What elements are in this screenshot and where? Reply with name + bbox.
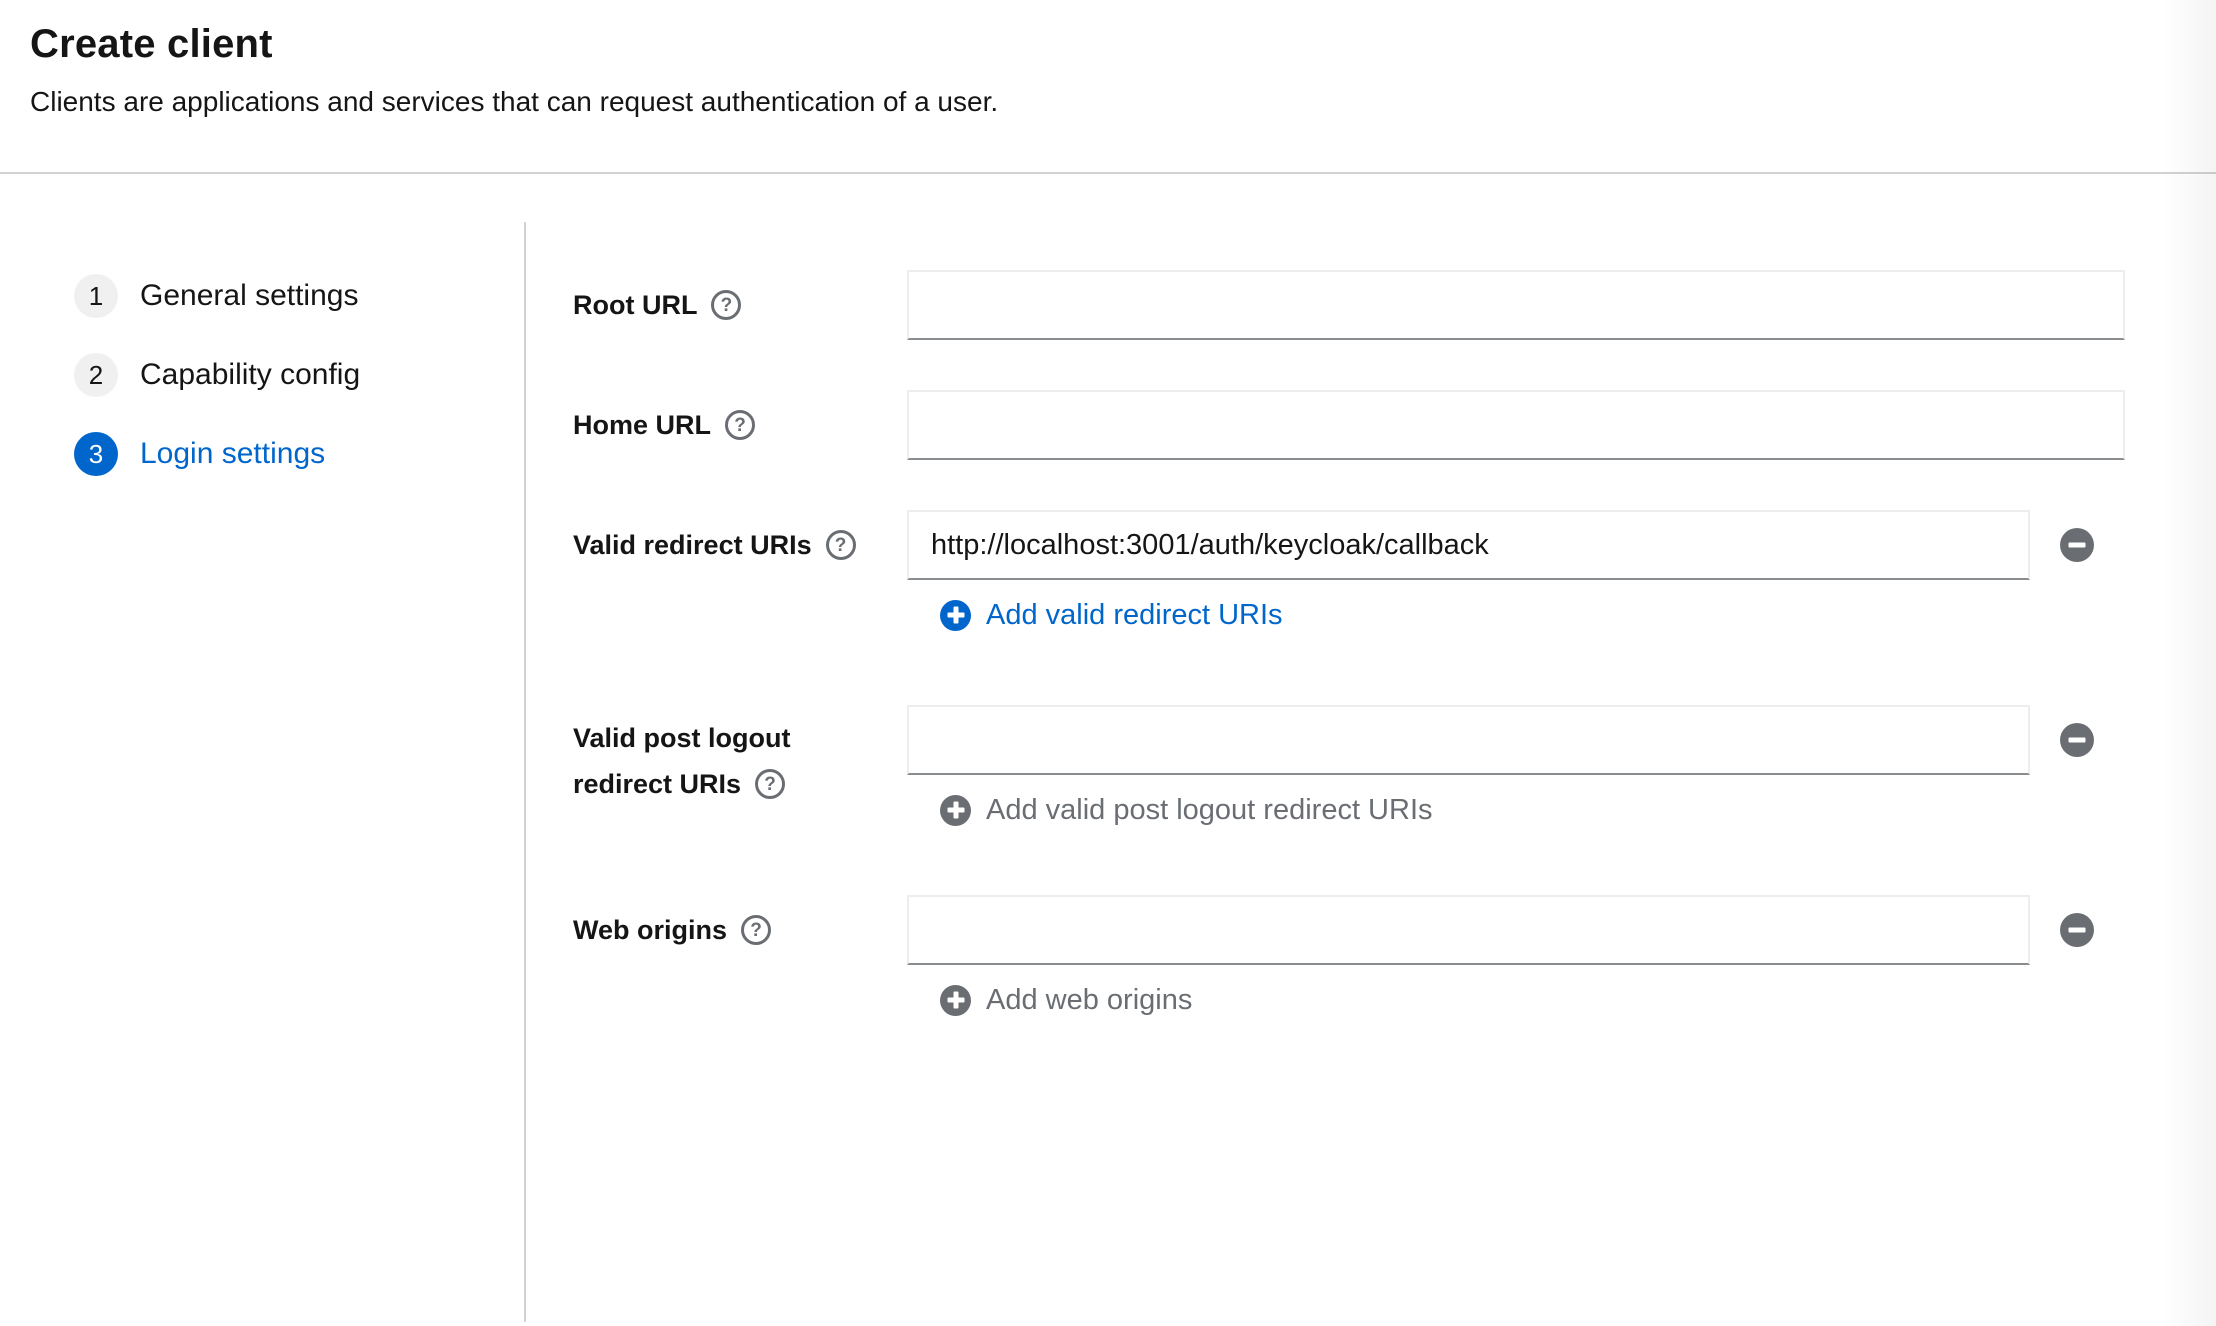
add-valid-redirect-uris-button[interactable]: Add valid redirect URIs <box>940 597 2094 633</box>
web-origins-label: Web origins ? <box>573 895 907 949</box>
help-icon[interactable]: ? <box>725 410 756 440</box>
home-url-input[interactable] <box>907 390 2125 460</box>
wizard-content: 1 General settings 2 Capability config 3… <box>0 174 2216 1326</box>
add-valid-post-logout-redirect-uris-button[interactable]: Add valid post logout redirect URIs <box>940 792 2094 828</box>
wizard-step-general-settings[interactable]: 1 General settings <box>74 274 524 318</box>
post-logout-redirect-uri-input[interactable] <box>907 705 2030 775</box>
page-title: Create client <box>30 22 273 66</box>
valid-redirect-uri-input[interactable] <box>907 510 2030 580</box>
step-number-badge: 2 <box>74 353 118 397</box>
help-icon[interactable]: ? <box>741 915 772 945</box>
root-url-input[interactable] <box>907 270 2125 340</box>
remove-redirect-uri-button[interactable] <box>2060 528 2094 562</box>
home-url-row: Home URL ? <box>573 390 2216 460</box>
remove-post-logout-redirect-uri-button[interactable] <box>2060 723 2094 757</box>
help-icon[interactable]: ? <box>825 530 856 560</box>
root-url-row: Root URL ? <box>573 270 2216 340</box>
plus-circle-icon <box>940 599 971 631</box>
home-url-label: Home URL ? <box>573 390 907 444</box>
valid-post-logout-redirect-uris-label: Valid post logout redirect URIs ? <box>573 723 791 799</box>
login-settings-form: Root URL ? Home URL ? Valid redirect URI… <box>524 174 2216 1326</box>
wizard-step-login-settings[interactable]: 3 Login settings <box>74 432 524 476</box>
web-origin-input[interactable] <box>907 895 2030 965</box>
plus-circle-icon <box>940 794 971 826</box>
add-web-origins-button[interactable]: Add web origins <box>940 982 2094 1018</box>
root-url-label: Root URL ? <box>573 270 907 324</box>
step-label: Capability config <box>140 358 361 391</box>
page-subtitle: Clients are applications and services th… <box>30 86 999 117</box>
help-icon[interactable]: ? <box>711 290 742 320</box>
step-label: General settings <box>140 279 359 312</box>
step-label: Login settings <box>140 437 326 470</box>
plus-circle-icon <box>940 984 971 1016</box>
valid-redirect-uris-row: Valid redirect URIs ? Add valid redirect… <box>573 510 2216 633</box>
web-origins-control: Add web origins <box>907 895 2094 1018</box>
valid-post-logout-redirect-uris-row: Valid post logout redirect URIs ? Add va… <box>573 705 2216 828</box>
step-number-badge: 1 <box>74 274 118 318</box>
valid-redirect-uris-control: Add valid redirect URIs <box>907 510 2094 633</box>
help-icon[interactable]: ? <box>755 769 786 799</box>
root-url-control <box>907 270 2125 340</box>
valid-redirect-uris-label: Valid redirect URIs ? <box>573 510 907 564</box>
vertical-divider <box>524 222 526 1322</box>
web-origins-row: Web origins ? Add web origins <box>573 895 2216 1018</box>
remove-web-origin-button[interactable] <box>2060 913 2094 947</box>
step-number-badge: 3 <box>74 432 118 476</box>
valid-post-logout-redirect-uris-control: Add valid post logout redirect URIs <box>907 705 2094 828</box>
wizard-step-capability-config[interactable]: 2 Capability config <box>74 353 524 397</box>
wizard-step-nav: 1 General settings 2 Capability config 3… <box>0 174 524 1326</box>
page-header: Create client Clients are applications a… <box>0 0 2216 174</box>
home-url-control <box>907 390 2125 460</box>
